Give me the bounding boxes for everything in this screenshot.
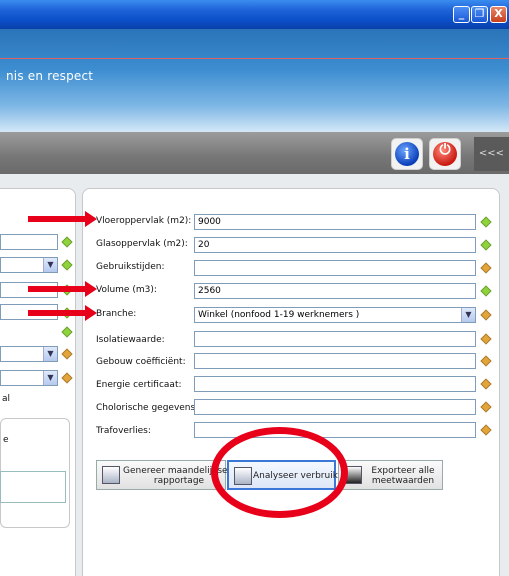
choloric-data-input[interactable]	[194, 399, 476, 415]
generate-monthly-report-button[interactable]: Genereer maandelijkse rapportage	[96, 460, 228, 490]
left-select-1[interactable]: ▼	[0, 257, 58, 273]
header-divider	[0, 58, 509, 59]
left-panel-text-1: al	[2, 394, 11, 404]
close-button[interactable]: X	[490, 6, 507, 23]
left-select-3[interactable]: ▼	[0, 370, 58, 386]
generate-report-label-line1: Genereer maandelijkse	[123, 466, 228, 476]
glass-area-label: Glasoppervlak (m2):	[96, 239, 188, 249]
left-spacer	[0, 323, 58, 339]
export-all-measurements-button[interactable]: Exporteer alle meetwaarden	[338, 460, 443, 490]
energy-certificate-label: Energie certificaat:	[96, 380, 182, 390]
building-coefficient-label: Gebouw coëfficiënt:	[96, 357, 186, 367]
left-inner-box	[0, 471, 66, 503]
left-select-2[interactable]: ▼	[0, 346, 58, 362]
left-panel-text-2: e	[3, 435, 9, 445]
power-icon: ⏻	[433, 142, 457, 166]
report-icon	[102, 466, 120, 484]
volume-input[interactable]: 2560	[194, 283, 476, 299]
branch-label: Branche:	[96, 309, 137, 319]
usage-times-label: Gebruikstijden:	[96, 262, 165, 272]
collapse-panel-button[interactable]: <<<	[474, 137, 509, 171]
annotation-arrow-volume	[28, 281, 97, 297]
chevron-down-icon[interactable]: ▼	[461, 308, 475, 322]
chevron-down-icon[interactable]: ▼	[43, 371, 57, 385]
minimize-button[interactable]: _	[453, 6, 470, 23]
branch-select-value: Winkel (nonfood 1-19 werknemers )	[198, 310, 360, 320]
floor-area-input[interactable]: 9000	[194, 214, 476, 230]
info-icon: i	[395, 142, 419, 166]
header-tagline: nis en respect	[6, 69, 94, 83]
volume-label: Volume (m3):	[96, 285, 157, 295]
annotation-arrow-floor-area	[28, 211, 97, 227]
export-label-line1: Exporteer alle	[371, 466, 435, 476]
branch-select[interactable]: Winkel (nonfood 1-19 werknemers ) ▼	[194, 307, 476, 323]
window-title-bar: _ ❐ X	[0, 0, 509, 29]
app-header: nis en respect	[0, 29, 509, 132]
transformer-loss-label: Trafoverlies:	[96, 426, 151, 436]
left-group-box: e	[0, 418, 70, 528]
energy-certificate-input[interactable]	[194, 376, 476, 392]
insulation-label: Isolatiewaarde:	[96, 335, 165, 345]
export-label-line2: meetwaarden	[371, 476, 435, 486]
annotation-circle-analyze	[211, 427, 348, 518]
transformer-loss-input[interactable]	[194, 422, 476, 438]
insulation-input[interactable]	[194, 331, 476, 347]
glass-area-input[interactable]: 20	[194, 237, 476, 253]
building-coefficient-input[interactable]	[194, 353, 476, 369]
power-button[interactable]: ⏻	[429, 138, 461, 170]
chevron-down-icon[interactable]: ▼	[43, 258, 57, 272]
usage-times-input[interactable]	[194, 260, 476, 276]
info-button[interactable]: i	[391, 138, 423, 170]
choloric-data-label: Cholorische gegevens:	[96, 403, 199, 413]
left-field-1[interactable]	[0, 234, 58, 250]
annotation-arrow-branch	[28, 305, 97, 321]
maximize-button[interactable]: ❐	[471, 6, 488, 23]
chevron-down-icon[interactable]: ▼	[43, 347, 57, 361]
floor-area-label: Vloeroppervlak (m2):	[96, 216, 192, 226]
